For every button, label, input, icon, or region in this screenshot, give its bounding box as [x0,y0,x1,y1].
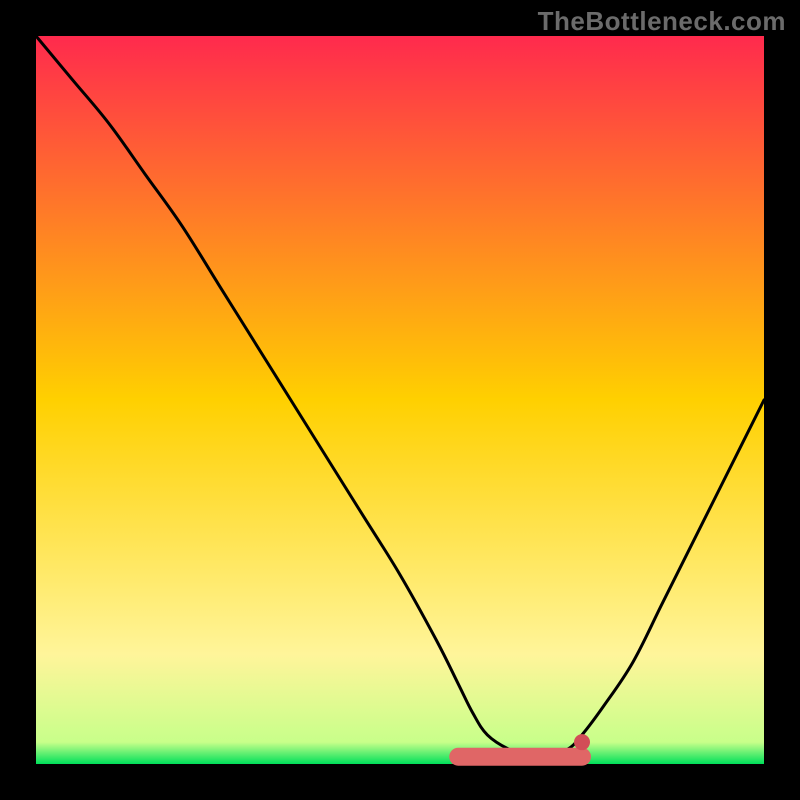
optimal-point-marker [574,734,590,750]
plot-area [36,36,764,764]
source-watermark: TheBottleneck.com [538,6,786,37]
bottleneck-chart [0,0,800,800]
chart-container: TheBottleneck.com [0,0,800,800]
